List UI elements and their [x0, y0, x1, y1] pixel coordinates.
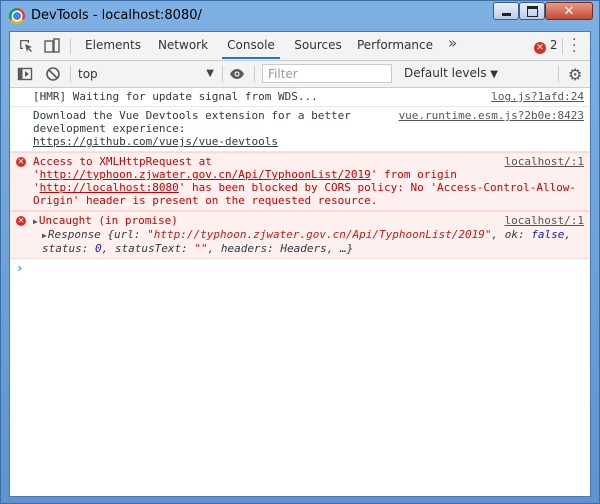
device-toolbar-icon[interactable] [44, 38, 60, 54]
console-output: log.js?1afd:24 [HMR] Waiting for update … [10, 88, 590, 496]
request-url-link[interactable]: http://typhoon.zjwater.gov.cn/Api/Typhoo… [40, 168, 371, 181]
console-prompt[interactable]: › [10, 259, 590, 278]
toolbar-divider [70, 66, 71, 82]
title-bar[interactable]: DevTools - localhost:8080/ ✕ [1, 1, 599, 31]
toolbar-divider [254, 66, 255, 82]
log-levels-dropdown[interactable]: Default levels ▼ [404, 66, 498, 80]
close-button[interactable]: ✕ [545, 2, 593, 20]
message-source-link[interactable]: localhost/:1 [505, 155, 584, 168]
message-text: Download the Vue Devtools extension for … [33, 109, 358, 135]
tab-divider [70, 38, 71, 54]
message-text: Uncaught (in promise) [38, 214, 178, 227]
resp-url: "http://typhoon.zjwater.gov.cn/Api/Typho… [147, 228, 492, 241]
log-levels-label: Default levels [404, 66, 487, 80]
message-text: Access to XMLHttpRequest at 'http://typh… [33, 155, 576, 207]
error-count-badge[interactable]: ✕ 2 [534, 38, 557, 54]
toolbar-divider [558, 66, 559, 82]
message-source-link[interactable]: log.js?1afd:24 [491, 90, 584, 103]
tab-performance[interactable]: Performance [356, 32, 434, 59]
error-count: 2 [549, 38, 558, 52]
minimize-button[interactable] [493, 2, 519, 20]
origin-url-link[interactable]: http://localhost:8080 [40, 181, 179, 194]
message-source-link[interactable]: localhost/:1 [505, 214, 584, 227]
panel-tab-bar: Elements Network Console Sources Perform… [10, 32, 590, 61]
resp-statustext-value: "" [194, 242, 208, 255]
devtools-window: DevTools - localhost:8080/ ✕ Elements Ne… [0, 0, 600, 504]
vue-devtools-link[interactable]: https://github.com/vuejs/vue-devtools [33, 135, 278, 148]
console-toolbar: top ▼ Default levels ▼ ⚙ [10, 61, 590, 88]
resp-text: , headers: Headers, …} [207, 242, 354, 255]
resp-ok-value: false [531, 228, 565, 241]
expand-triangle-icon[interactable]: ▶ [33, 217, 38, 226]
console-settings-gear-icon[interactable]: ⚙ [568, 65, 582, 84]
resp-text: , statusText: [101, 242, 195, 255]
toolbar-divider [222, 66, 223, 82]
console-error-message: ✕ localhost/:1 ▶Uncaught (in promise) ▶R… [10, 211, 590, 259]
tab-elements[interactable]: Elements [82, 32, 144, 59]
dropdown-arrow-icon: ▼ [490, 69, 498, 80]
expand-triangle-icon[interactable]: ▶ [42, 231, 47, 240]
maximize-icon [526, 5, 538, 17]
error-icon: ✕ [534, 42, 546, 54]
more-tabs-icon[interactable]: » [448, 34, 457, 52]
window-title: DevTools - localhost:8080/ [31, 8, 202, 23]
console-error-message: ✕ localhost/:1 Access to XMLHttpRequest … [10, 152, 590, 211]
resp-text: Response {url: [47, 228, 148, 241]
minimize-icon [501, 12, 511, 16]
chrome-app-icon [9, 8, 25, 24]
show-drawer-icon[interactable] [17, 66, 33, 82]
message-text: [HMR] Waiting for update signal from WDS… [33, 90, 318, 103]
dropdown-arrow-icon: ▼ [206, 68, 214, 79]
message-source-link[interactable]: vue.runtime.esm.js?2b0e:8423 [399, 109, 584, 122]
maximize-button[interactable] [519, 2, 545, 20]
context-selector[interactable]: top ▼ [78, 65, 214, 83]
tab-console[interactable]: Console [222, 32, 280, 59]
error-icon: ✕ [16, 157, 26, 167]
error-icon: ✕ [16, 216, 26, 226]
clear-console-icon[interactable] [45, 66, 61, 82]
close-icon: ✕ [563, 3, 575, 19]
prompt-chevron-icon: › [16, 261, 24, 275]
tab-sources[interactable]: Sources [290, 32, 346, 59]
resp-text: , ok: [491, 228, 532, 241]
tab-network[interactable]: Network [152, 32, 214, 59]
context-value: top [78, 67, 98, 81]
tab-divider [562, 38, 563, 54]
devtools-panel: Elements Network Console Sources Perform… [9, 31, 591, 497]
resp-status-value: 0 [94, 242, 102, 255]
console-message: vue.runtime.esm.js?2b0e:8423 Download th… [10, 107, 590, 152]
response-object-preview[interactable]: ▶Response {url: "http://typhoon.zjwater.… [33, 228, 584, 255]
more-options-icon[interactable]: · · · [572, 33, 576, 59]
filter-input[interactable] [262, 64, 392, 83]
console-message: log.js?1afd:24 [HMR] Waiting for update … [10, 88, 590, 107]
live-expression-eye-icon[interactable] [229, 66, 245, 82]
inspect-element-icon[interactable] [18, 38, 34, 54]
